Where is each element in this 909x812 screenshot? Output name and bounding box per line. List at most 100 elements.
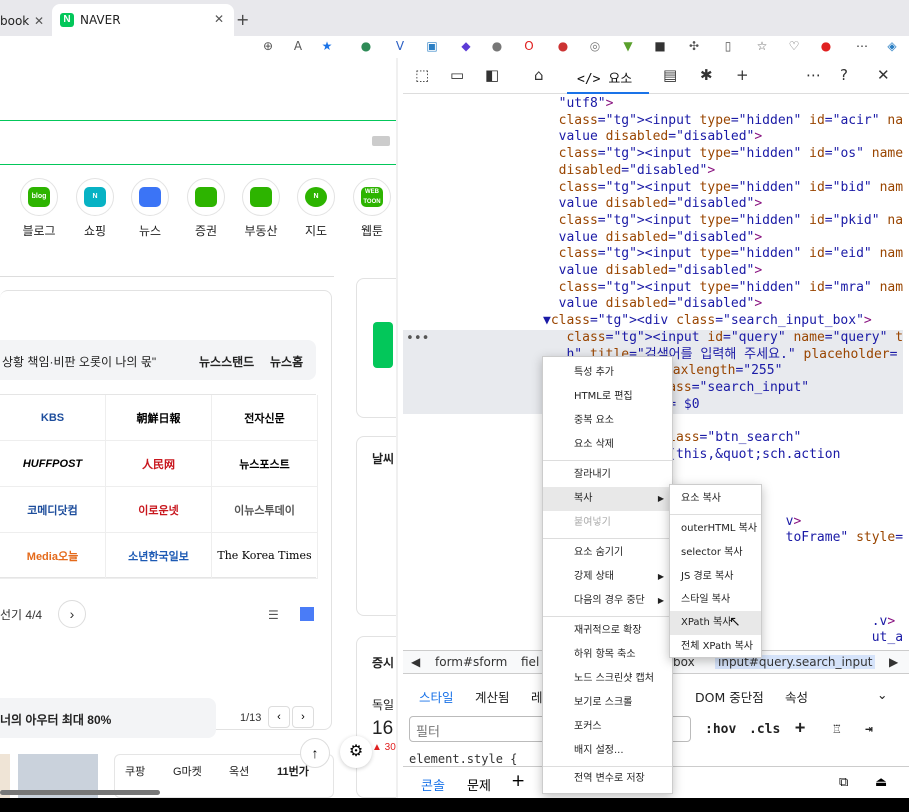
service-blog[interactable]: blog 블로그 [17, 178, 61, 239]
extension-download-icon[interactable]: ▼ [620, 38, 636, 54]
tab-console[interactable]: 콘솔 [421, 775, 445, 794]
press-logo[interactable]: KBS [0, 395, 106, 441]
tab-naver[interactable]: N NAVER ✕ [52, 4, 234, 36]
tab-styles[interactable]: 스타일 [419, 687, 454, 706]
extension-badge-icon[interactable]: ● [555, 38, 571, 54]
next-arrow-button[interactable]: › [292, 706, 314, 728]
code-line[interactable]: class="tg"><input type="hidden" id="os" … [543, 146, 903, 163]
press-logo[interactable]: 전자신문 [212, 395, 318, 441]
console-tab-icon[interactable]: ▤ [663, 66, 677, 84]
press-logo[interactable]: HUFFPOST [0, 441, 106, 487]
menu-collapse-children[interactable]: 하위 항목 축소 [543, 643, 672, 667]
chevron-down-icon[interactable]: ⌄ [877, 687, 887, 702]
code-line[interactable]: value disabled="disabled"> [543, 263, 763, 280]
code-line[interactable]: class="tg"><input id="query" name="query… [543, 330, 903, 347]
code-line[interactable]: "utf8"> [543, 96, 614, 113]
shop-gmarket[interactable]: G마켓 [173, 763, 202, 779]
menu-copy[interactable]: 복사 ▶ [543, 487, 672, 511]
menu-edit-html[interactable]: HTML로 편집 [543, 385, 672, 409]
welcome-home-icon[interactable]: ⌂ [534, 66, 544, 84]
newshome-link[interactable]: 뉴스홈 [270, 353, 303, 370]
dock-drawer-icon[interactable]: ⏏ [875, 775, 887, 790]
code-line[interactable]: class="tg"><input type="hidden" id="eid"… [543, 246, 903, 263]
tab-elements[interactable]: </> 요소 [567, 58, 649, 94]
copilot-icon[interactable]: ◈ [884, 38, 900, 54]
close-devtools-icon[interactable]: ✕ [877, 66, 890, 84]
next-page-button[interactable]: › [58, 600, 86, 628]
copy-outerhtml[interactable]: outerHTML 복사 [670, 517, 761, 541]
login-button[interactable] [373, 322, 393, 368]
shop-coupang[interactable]: 쿠팡 [125, 763, 145, 779]
menu-delete[interactable]: 요소 삭제 [543, 433, 672, 457]
code-line[interactable]: class="tg"><input type="hidden" id="pkid… [543, 213, 903, 230]
press-logo[interactable]: Media오늘 [0, 533, 106, 579]
menu-expand-recursively[interactable]: 재귀적으로 확장 [543, 619, 672, 643]
sidebar-toggle-icon[interactable]: ⇥ [865, 722, 873, 737]
menu-hide-element[interactable]: 요소 숨기기 [543, 541, 672, 565]
breadcrumb-prev-icon[interactable]: ◀ [411, 655, 420, 669]
service-shopping[interactable]: N 쇼핑 [73, 178, 117, 239]
shop-auction[interactable]: 옥션 [229, 763, 249, 779]
horizontal-scrollbar[interactable] [0, 790, 160, 795]
menu-duplicate[interactable]: 중복 요소 [543, 409, 672, 433]
breadcrumb-next-icon[interactable]: ▶ [889, 655, 898, 669]
extension-dark-icon[interactable]: ■ [652, 38, 668, 54]
copy-full-xpath[interactable]: 전체 XPath 복사 [670, 635, 761, 659]
device-toggle-icon[interactable]: ▭ [450, 66, 464, 84]
profile-icon[interactable]: ● [818, 38, 834, 54]
code-line[interactable]: ▼class="tg"><div class="search_input_box… [543, 313, 872, 330]
zoom-icon[interactable]: ⊕ [260, 38, 276, 54]
code-line[interactable]: class="tg"><input type="hidden" id="bid"… [543, 180, 903, 197]
press-logo[interactable]: 소년한국일보 [106, 533, 212, 579]
menu-focus[interactable]: 포커스 [543, 715, 672, 739]
new-tab-button[interactable]: + [236, 10, 249, 29]
code-line[interactable]: disabled="disabled"> [543, 163, 716, 180]
grid-view-icon[interactable] [300, 607, 314, 621]
cls-button[interactable]: .cls [749, 722, 780, 737]
menu-add-attribute[interactable]: 특성 추가 [543, 361, 672, 385]
copy-selector[interactable]: selector 복사 [670, 541, 761, 565]
press-logo[interactable]: 뉴스포스트 [212, 441, 318, 487]
settings-gear-icon[interactable]: ⚙ [340, 736, 372, 768]
favorite-star-icon[interactable]: ★ [319, 38, 335, 54]
dock-icon[interactable]: ◧ [485, 66, 499, 84]
tab-book[interactable]: book ✕ [0, 4, 50, 36]
tab-layout[interactable]: 레 [531, 687, 543, 706]
read-aloud-icon[interactable]: A [290, 38, 306, 54]
devtools-menu-icon[interactable]: ⋯ [806, 66, 821, 84]
close-icon[interactable]: ✕ [214, 12, 224, 26]
scroll-top-button[interactable]: ↑ [300, 738, 330, 768]
code-line[interactable]: value disabled="disabled"> [543, 296, 763, 313]
breadcrumb-item[interactable]: fiel [521, 655, 539, 669]
close-icon[interactable]: ✕ [34, 14, 44, 28]
extension-screen-icon[interactable]: ▣ [424, 38, 440, 54]
extensions-puzzle-icon[interactable]: ✣ [686, 38, 702, 54]
service-news[interactable]: 뉴스 [128, 178, 172, 239]
shop-11st[interactable]: 11번가 [277, 763, 309, 779]
menu-force-state[interactable]: 강제 상태 ▶ [543, 565, 672, 589]
extension-circle-icon[interactable]: ● [489, 38, 505, 54]
press-logo[interactable]: 코메디닷컴 [0, 487, 106, 533]
copy-element[interactable]: 요소 복사 [670, 487, 761, 511]
copy-js-path[interactable]: JS 경로 복사 [670, 565, 761, 589]
newsstand-link[interactable]: 뉴스스탠드 [199, 353, 254, 370]
menu-badge-settings[interactable]: 배지 설정... [543, 739, 672, 763]
code-line[interactable]: class="tg"><input type="hidden" id="mra"… [543, 280, 903, 297]
more-icon[interactable]: ⋯ [854, 38, 870, 54]
service-map[interactable]: N 지도 [294, 178, 338, 239]
extension-cube-icon[interactable]: ◆ [458, 38, 474, 54]
press-logo[interactable]: 人民网 [106, 441, 212, 487]
search-box[interactable] [0, 120, 398, 165]
code-line[interactable]: value disabled="disabled"> [543, 196, 763, 213]
page-scrollbar[interactable] [396, 58, 398, 798]
extension-globe-icon[interactable]: ◎ [587, 38, 603, 54]
split-screen-icon[interactable]: ▯ [720, 38, 736, 54]
service-stock[interactable]: 증권 [184, 178, 228, 239]
menu-capture-node-screenshot[interactable]: 노드 스크린샷 캡처 [543, 667, 672, 691]
tab-computed[interactable]: 계산됨 [475, 687, 510, 706]
code-line[interactable]: value disabled="disabled"> [543, 129, 763, 146]
help-icon[interactable]: ? [840, 66, 848, 84]
press-logo[interactable]: 朝鮮日報 [106, 395, 212, 441]
extension-v-icon[interactable]: V [392, 38, 408, 54]
press-logo[interactable]: 이뉴스투데이 [212, 487, 318, 533]
